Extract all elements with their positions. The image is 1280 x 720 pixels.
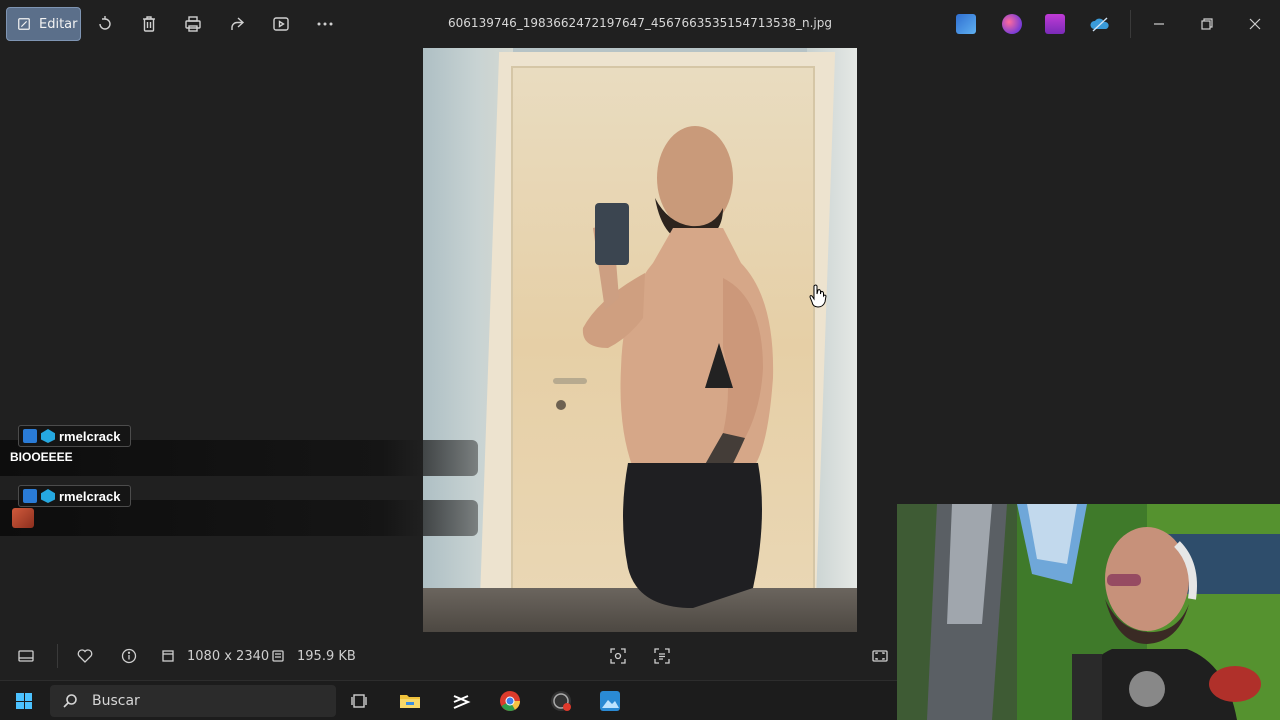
chat-username: rmelcrack	[59, 428, 121, 444]
edit-label: Editar	[39, 16, 78, 32]
status-bar: 1080 x 2340 195.9 KB	[0, 632, 897, 680]
edit-icon	[18, 18, 30, 30]
chat-emote-icon	[12, 508, 34, 528]
file-explorer-icon[interactable]	[398, 689, 422, 713]
image-dimensions: 1080 x 2340	[187, 649, 270, 664]
slideshow-icon[interactable]	[269, 12, 293, 36]
visual-search-icon[interactable]	[608, 646, 628, 666]
close-icon[interactable]	[1245, 14, 1265, 34]
minimize-icon[interactable]	[1149, 14, 1169, 34]
edit-button[interactable]: Editar	[6, 7, 81, 41]
text-recognition-icon[interactable]	[652, 646, 672, 666]
chrome-icon[interactable]	[498, 689, 522, 713]
subscriber-badge-icon	[41, 489, 55, 503]
rotate-icon[interactable]	[93, 12, 117, 36]
chat-username-badge: rmelcrack	[18, 425, 131, 447]
favorite-heart-icon[interactable]	[75, 646, 95, 666]
chat-message-text: BIOOEEEE	[10, 450, 73, 464]
more-icon[interactable]	[313, 12, 337, 36]
filmstrip-icon[interactable]	[16, 646, 36, 666]
photos-designer-icon[interactable]	[956, 14, 976, 34]
task-view-icon[interactable]	[348, 689, 372, 713]
delete-icon[interactable]	[137, 12, 161, 36]
share-icon[interactable]	[225, 12, 249, 36]
verified-badge-icon	[23, 489, 37, 503]
onedrive-icon[interactable]	[1089, 14, 1111, 34]
info-icon[interactable]	[119, 646, 139, 666]
print-icon[interactable]	[181, 12, 205, 36]
dimensions-icon	[158, 646, 178, 666]
webcam-overlay	[897, 504, 1280, 720]
file-size-icon	[268, 646, 288, 666]
windows-taskbar: Buscar	[0, 680, 897, 720]
obs-icon[interactable]	[549, 689, 573, 713]
photo-viewer-image[interactable]	[423, 48, 857, 632]
clipchamp-icon[interactable]	[1002, 14, 1022, 34]
search-placeholder: Buscar	[92, 693, 140, 709]
search-icon	[63, 694, 77, 708]
file-size: 195.9 KB	[297, 649, 356, 664]
divider	[1130, 10, 1131, 38]
file-name: 606139746_1983662472197647_4567663535154…	[448, 16, 832, 30]
capcut-icon[interactable]	[449, 689, 473, 713]
top-toolbar: Editar 606139746_1983662472197647_456766…	[0, 0, 1280, 48]
restore-icon[interactable]	[1197, 14, 1217, 34]
fit-to-window-icon[interactable]	[870, 646, 890, 666]
photos-app-icon[interactable]	[598, 689, 622, 713]
taskbar-search[interactable]: Buscar	[50, 685, 336, 717]
chat-username: rmelcrack	[59, 488, 121, 504]
verified-badge-icon	[23, 429, 37, 443]
video-editor-icon[interactable]	[1045, 14, 1065, 34]
subscriber-badge-icon	[41, 429, 55, 443]
windows-start-icon[interactable]	[16, 693, 32, 709]
hand-cursor-icon	[809, 284, 827, 308]
chat-username-badge: rmelcrack	[18, 485, 131, 507]
person-figure	[582, 126, 774, 608]
